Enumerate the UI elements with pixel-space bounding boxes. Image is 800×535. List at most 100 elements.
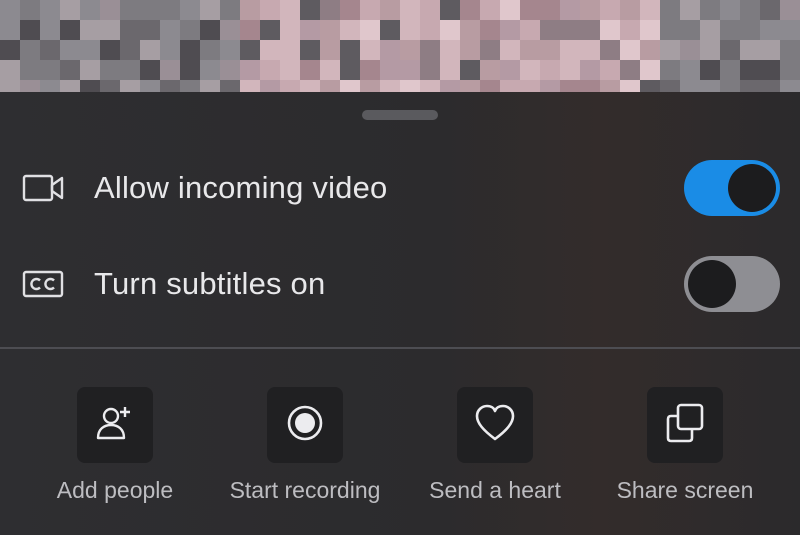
video-pixel — [580, 60, 600, 80]
video-pixel — [340, 60, 360, 80]
video-pixel — [100, 40, 120, 60]
video-pixel — [140, 60, 160, 80]
video-pixel — [180, 0, 200, 20]
video-pixel — [20, 0, 40, 20]
video-pixel — [700, 40, 720, 60]
video-pixel — [260, 40, 280, 60]
divider — [0, 347, 800, 349]
video-pixel — [580, 20, 600, 40]
video-pixel — [460, 20, 480, 40]
video-pixel — [20, 20, 40, 40]
video-pixel — [700, 60, 720, 80]
video-pixel — [40, 40, 60, 60]
video-pixel — [780, 0, 800, 20]
video-pixel — [240, 40, 260, 60]
record-icon — [285, 403, 325, 448]
video-pixel — [400, 0, 420, 20]
video-pixel — [80, 60, 100, 80]
video-pixel — [460, 0, 480, 20]
video-pixel — [20, 40, 40, 60]
allow-incoming-video-toggle[interactable] — [684, 160, 780, 216]
subtitles-label: Turn subtitles on — [94, 266, 326, 301]
video-pixel — [620, 20, 640, 40]
video-pixel — [200, 20, 220, 40]
video-pixel — [340, 40, 360, 60]
video-pixel — [360, 40, 380, 60]
video-pixel — [500, 0, 520, 20]
video-pixel — [600, 20, 620, 40]
share-screen-tile[interactable] — [647, 387, 723, 463]
video-pixel — [80, 20, 100, 40]
video-pixel — [220, 40, 240, 60]
video-pixel — [0, 20, 20, 40]
video-pixel — [620, 60, 640, 80]
video-pixel — [700, 20, 720, 40]
video-pixel — [620, 0, 640, 20]
video-pixel — [520, 20, 540, 40]
video-pixel — [0, 0, 20, 20]
video-pixel — [640, 40, 660, 60]
video-pixel — [380, 40, 400, 60]
video-pixel — [280, 20, 300, 40]
video-pixel — [660, 0, 680, 20]
video-pixel — [300, 40, 320, 60]
video-pixel — [460, 60, 480, 80]
video-pixel — [560, 20, 580, 40]
start-recording-tile[interactable] — [267, 387, 343, 463]
add-people-button[interactable]: Add people — [20, 387, 210, 512]
video-pixel — [440, 20, 460, 40]
video-pixel — [80, 0, 100, 20]
video-pixel — [220, 0, 240, 20]
video-pixel — [60, 20, 80, 40]
video-pixel — [520, 40, 540, 60]
video-pixel — [440, 60, 460, 80]
video-pixel — [440, 0, 460, 20]
video-pixel — [320, 0, 340, 20]
video-pixel — [660, 20, 680, 40]
subtitles-row[interactable]: Turn subtitles on — [0, 252, 800, 316]
share-screen-label: Share screen — [616, 477, 754, 503]
video-pixel — [760, 40, 780, 60]
subtitles-toggle[interactable] — [684, 256, 780, 312]
share-screen-button[interactable]: Share screen — [590, 387, 780, 512]
video-pixel — [40, 0, 60, 20]
video-pixel — [520, 60, 540, 80]
video-pixel — [300, 20, 320, 40]
video-pixel — [540, 60, 560, 80]
video-pixel — [40, 20, 60, 40]
video-pixel — [660, 40, 680, 60]
video-pixel — [400, 20, 420, 40]
toggle-knob — [688, 260, 736, 308]
sheet-drag-handle[interactable] — [362, 110, 438, 120]
video-pixel — [0, 40, 20, 60]
send-heart-tile[interactable] — [457, 387, 533, 463]
send-heart-button[interactable]: Send a heart — [400, 387, 590, 512]
video-pixel — [380, 20, 400, 40]
video-pixel — [480, 20, 500, 40]
video-pixel — [460, 40, 480, 60]
video-pixel — [120, 20, 140, 40]
video-pixel — [120, 40, 140, 60]
add-people-tile[interactable] — [77, 387, 153, 463]
toggle-knob — [728, 164, 776, 212]
video-pixel — [760, 60, 780, 80]
allow-incoming-video-row[interactable]: Allow incoming video — [0, 156, 800, 220]
send-heart-label: Send a heart — [429, 477, 561, 503]
video-pixel — [720, 20, 740, 40]
video-pixel — [440, 40, 460, 60]
video-pixel — [680, 0, 700, 20]
video-pixel — [600, 60, 620, 80]
video-pixel — [240, 20, 260, 40]
video-pixel — [720, 40, 740, 60]
video-pixel — [480, 0, 500, 20]
start-recording-button[interactable]: Start recording — [210, 387, 400, 512]
video-pixel — [300, 60, 320, 80]
video-pixel — [120, 0, 140, 20]
video-pixel — [480, 60, 500, 80]
start-recording-label: Start recording — [229, 477, 381, 503]
video-pixel — [60, 40, 80, 60]
video-pixel — [220, 20, 240, 40]
video-pixel — [320, 20, 340, 40]
video-pixel — [560, 40, 580, 60]
call-options-sheet: Allow incoming video Turn subtitles on A… — [0, 92, 800, 535]
